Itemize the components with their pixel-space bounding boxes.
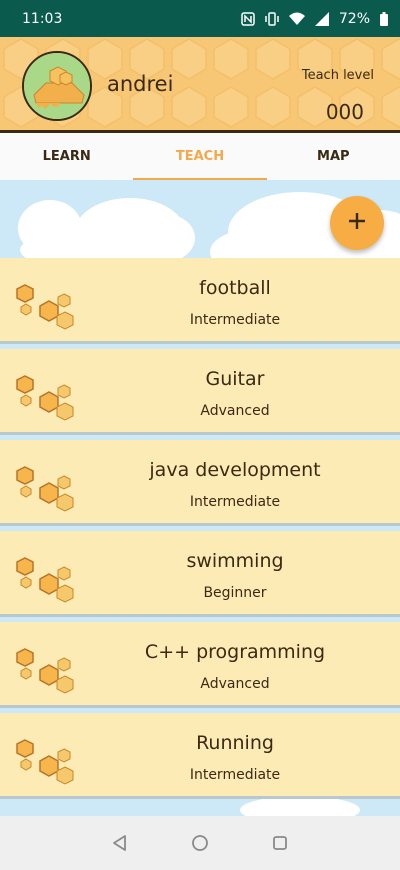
back-icon[interactable] — [111, 834, 129, 852]
nfc-icon — [241, 11, 255, 26]
wifi-icon — [288, 12, 305, 25]
skill-card[interactable]: C++ programming Advanced — [0, 622, 400, 708]
skill-card[interactable]: Running Intermediate — [0, 713, 400, 799]
status-icons: 72% — [241, 11, 388, 27]
skill-name: football — [199, 277, 271, 299]
status-time: 11:03 — [22, 10, 63, 27]
tab-teach[interactable]: TEACH — [133, 133, 267, 180]
skill-list: football Intermediate Guitar Advanced ja… — [0, 258, 400, 804]
skill-level: Advanced — [200, 403, 270, 419]
skill-level: Intermediate — [189, 312, 281, 328]
skill-card[interactable]: java development Intermediate — [0, 440, 400, 526]
teach-level-value: 000 — [325, 100, 364, 124]
username: andrei — [107, 72, 174, 96]
honeycomb-icon — [14, 465, 76, 521]
skill-level: Intermediate — [189, 767, 281, 783]
skill-level: Intermediate — [189, 494, 281, 510]
honeycomb-icon — [14, 374, 76, 430]
skill-name: Guitar — [205, 368, 265, 390]
tab-learn[interactable]: LEARN — [0, 133, 133, 180]
recents-icon[interactable] — [271, 834, 289, 852]
status-bar: 11:03 72% — [0, 0, 400, 37]
tab-map[interactable]: MAP — [267, 133, 400, 180]
skill-name: java development — [149, 459, 321, 481]
skill-card[interactable]: swimming Beginner — [0, 531, 400, 617]
add-skill-button[interactable] — [330, 196, 384, 250]
honeycomb-icon — [14, 647, 76, 703]
avatar[interactable] — [22, 51, 92, 121]
system-nav-bar — [0, 816, 400, 870]
battery-icon — [380, 11, 388, 26]
tab-bar: LEARN TEACH MAP — [0, 133, 400, 180]
honeycomb-icon — [14, 283, 76, 339]
signal-icon — [314, 11, 329, 26]
profile-header: andrei Teach level 000 — [0, 37, 400, 133]
skill-card[interactable]: Guitar Advanced — [0, 349, 400, 435]
plus-icon — [347, 211, 367, 235]
teach-level-label: Teach level — [301, 68, 374, 83]
honeycomb-icon — [14, 556, 76, 612]
skill-card[interactable]: football Intermediate — [0, 258, 400, 344]
battery-percentage: 72% — [338, 10, 370, 27]
skill-name: Running — [196, 732, 274, 754]
skill-name: swimming — [186, 550, 284, 572]
home-icon[interactable] — [191, 834, 209, 852]
skill-name: C++ programming — [144, 641, 326, 663]
honeycomb-icon — [14, 738, 76, 794]
vibrate-icon — [265, 11, 279, 26]
skill-level: Beginner — [203, 585, 267, 601]
skill-level: Advanced — [200, 676, 270, 692]
